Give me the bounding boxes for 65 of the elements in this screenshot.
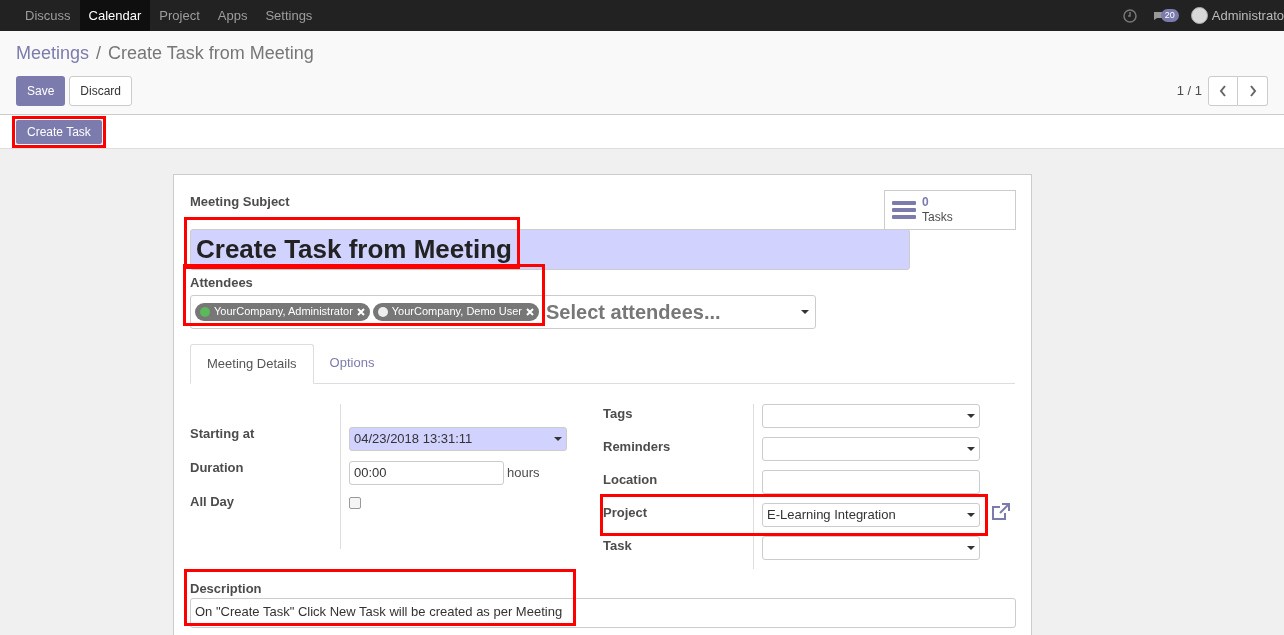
field-label: Tags — [603, 404, 633, 423]
form-tab[interactable]: Options — [313, 343, 391, 383]
breadcrumb-separator: / — [96, 42, 102, 65]
field-label: Reminders — [603, 437, 671, 456]
field-label: Location — [603, 470, 658, 489]
all-day-checkbox[interactable] — [349, 496, 361, 509]
previous-button[interactable] — [1208, 76, 1238, 106]
caret-icon — [801, 309, 809, 314]
field-label: All Day — [190, 492, 236, 511]
date-value: 04/23/2018 13:31:11 — [354, 429, 474, 448]
tasks-label: Tasks — [922, 210, 953, 225]
caret-icon — [967, 512, 975, 517]
next-button[interactable] — [1238, 76, 1268, 106]
user-menu[interactable]: Administrato — [1211, 5, 1284, 26]
chat-icon[interactable] — [1152, 10, 1163, 21]
menu-item[interactable]: Apps — [208, 0, 257, 31]
unit-label: hours — [507, 463, 540, 482]
menu-item[interactable]: Settings — [256, 0, 322, 31]
field-label: Description — [190, 579, 262, 598]
tasks-count: 0 — [922, 195, 929, 210]
field-label: Starting at — [190, 424, 256, 443]
breadcrumb-title: Create Task from Meeting — [108, 42, 314, 65]
remove-icon[interactable] — [526, 307, 535, 316]
attendee-name: YourCompany, Administrator — [214, 304, 353, 320]
field-label: Task — [603, 536, 632, 555]
list-icon — [892, 200, 916, 220]
attendee-name: YourCompany, Demo User — [391, 304, 523, 320]
pager-value: 1 / 1 — [1176, 82, 1202, 101]
select-field[interactable] — [762, 403, 980, 428]
field-label: Project — [603, 503, 648, 522]
attendees-placeholder: Select attendees... — [546, 299, 721, 325]
external-link-icon[interactable] — [991, 502, 1011, 521]
field-label: Duration — [190, 458, 245, 477]
description-field[interactable]: On "Create Task" Click New Task will be created as per Meeting — [190, 598, 1016, 628]
date-field[interactable]: 04/23/2018 13:31:11 — [349, 426, 567, 451]
form-tab[interactable]: Meeting Details — [190, 343, 314, 384]
text-field[interactable] — [762, 469, 980, 494]
select-field[interactable] — [762, 535, 980, 560]
clock-icon[interactable] — [1122, 8, 1137, 23]
tasks-smart-button[interactable]: 0 Tasks — [884, 190, 1016, 230]
select-field[interactable]: E-Learning Integration — [762, 502, 980, 527]
save-button[interactable]: Save — [16, 76, 66, 106]
caret-icon — [967, 446, 975, 451]
caret-icon — [967, 545, 975, 550]
menu-item[interactable]: Discuss — [16, 0, 80, 31]
discard-button[interactable]: Discard — [69, 76, 133, 106]
create-task-button[interactable]: Create Task — [16, 119, 102, 144]
attendees-field[interactable]: YourCompany, Administrator YourCompany, Demo User Select attendees... — [190, 294, 816, 329]
avatar-icon — [1190, 7, 1208, 24]
caret-icon — [554, 436, 562, 441]
select-field[interactable] — [762, 436, 980, 461]
chevron-right-icon — [1248, 85, 1257, 97]
meeting-subject-field[interactable]: Create Task from Meeting — [190, 229, 910, 270]
field-label: Attendees — [190, 274, 253, 292]
menu-item[interactable]: Project — [150, 0, 209, 31]
attendee-tag[interactable]: YourCompany, Demo User — [372, 302, 540, 321]
caret-icon — [967, 413, 975, 418]
breadcrumb-link[interactable]: Meetings — [16, 40, 90, 67]
message-count-badge: 20 — [1160, 8, 1179, 23]
remove-icon[interactable] — [356, 307, 365, 316]
attendee-tag[interactable]: YourCompany, Administrator — [195, 302, 370, 321]
field-label: Meeting Subject — [190, 193, 290, 211]
menu-item[interactable]: Calendar — [79, 0, 151, 31]
duration-field[interactable]: 00:00 — [349, 460, 504, 485]
chevron-left-icon — [1219, 85, 1227, 97]
